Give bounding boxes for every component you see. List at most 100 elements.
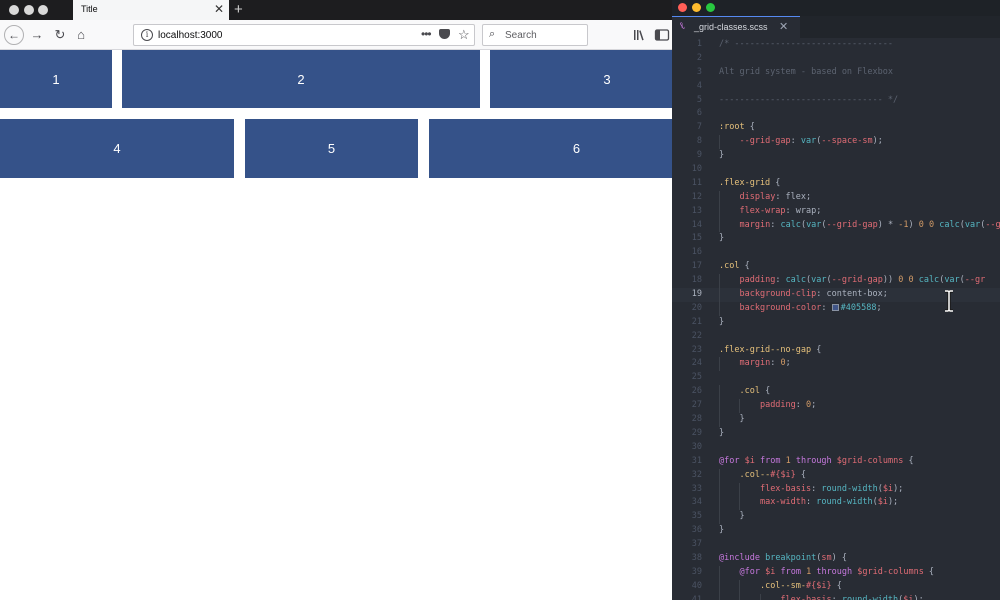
- code-line[interactable]: 35 }: [672, 510, 1000, 525]
- code-line[interactable]: 33 flex-basis: round-width($i);: [672, 482, 1000, 497]
- line-number: 31: [691, 455, 702, 466]
- line-number: 4: [696, 80, 702, 91]
- code-line[interactable]: 34 max-width: round-width($i);: [672, 496, 1000, 511]
- code-text: }: [719, 150, 725, 161]
- code-line[interactable]: 14 margin: calc(var(--grid-gap) * -1) 0 …: [672, 218, 1000, 233]
- close-window-button[interactable]: [9, 5, 19, 15]
- code-text: background-clip: content-box;: [739, 289, 888, 300]
- code-line[interactable]: 6: [672, 107, 1000, 121]
- code-line[interactable]: 8 --grid-gap: var(--space-sm);: [672, 135, 1000, 150]
- code-line[interactable]: 36}: [672, 524, 1000, 538]
- code-text: .col {: [719, 261, 750, 272]
- line-number: 22: [691, 330, 702, 341]
- line-number: 36: [691, 525, 702, 536]
- reload-icon[interactable]: ↻: [52, 27, 68, 43]
- line-number: 37: [691, 539, 702, 550]
- line-number: 15: [691, 233, 702, 244]
- code-line[interactable]: 9}: [672, 149, 1000, 163]
- code-line[interactable]: 31 @for $i from 1 through $grid-columns {: [672, 455, 1000, 469]
- text-cursor-icon: [945, 290, 953, 312]
- bookmark-star-icon[interactable]: ☆: [458, 27, 470, 43]
- grid-cell: 4: [0, 119, 234, 178]
- line-number: 8: [696, 136, 702, 147]
- line-number: 29: [691, 427, 702, 438]
- code-area[interactable]: 1/* ------------------------------- 2 3 Alt…: [672, 38, 1000, 600]
- code-line[interactable]: 21}: [672, 316, 1000, 330]
- code-text: :root {: [719, 122, 755, 133]
- code-text: /* -------------------------------: [719, 39, 893, 49]
- minimize-window-button[interactable]: [24, 5, 34, 15]
- line-number: 5: [696, 94, 702, 105]
- line-number: 32: [691, 469, 702, 480]
- editor-tab-bar: ℓ _grid-classes.scss ✕: [672, 16, 1000, 38]
- url-bar[interactable]: i localhost:3000 ••• ☆: [133, 24, 475, 46]
- code-line[interactable]: 13 flex-wrap: wrap;: [672, 204, 1000, 219]
- back-icon[interactable]: ←: [4, 25, 24, 45]
- site-info-icon[interactable]: i: [141, 29, 153, 41]
- code-text: margin: calc(var(--grid-gap) * -1) 0 0 c…: [739, 219, 1000, 230]
- line-number: 25: [691, 372, 702, 383]
- maximize-window-button[interactable]: [38, 5, 48, 15]
- sidebar-icon[interactable]: [654, 27, 670, 43]
- search-input[interactable]: Search: [505, 30, 537, 41]
- code-line[interactable]: 23 .flex-grid--no-gap {: [672, 344, 1000, 358]
- line-number: 19: [691, 289, 702, 300]
- code-text: Alt grid system - based on Flexbox: [719, 66, 893, 77]
- close-tab-icon[interactable]: ✕: [214, 2, 224, 16]
- code-line[interactable]: 26 .col {: [672, 385, 1000, 400]
- line-number: 39: [691, 566, 702, 577]
- code-line[interactable]: 5 -------------------------------- */: [672, 94, 1000, 108]
- code-line[interactable]: 3 Alt grid system - based on Flexbox: [672, 66, 1000, 80]
- line-number: 6: [696, 108, 702, 119]
- grid-cell: 1: [0, 50, 112, 108]
- code-line[interactable]: 24 margin: 0;: [672, 357, 1000, 372]
- code-line[interactable]: 22: [672, 330, 1000, 344]
- code-text: background-color: #405588;: [739, 302, 882, 313]
- code-line[interactable]: 11 .flex-grid {: [672, 177, 1000, 191]
- minimize-window-button[interactable]: [692, 3, 701, 12]
- code-line[interactable]: 27 padding: 0;: [672, 399, 1000, 414]
- code-text: padding: calc(var(--grid-gap)) 0 0 calc(…: [739, 275, 986, 286]
- maximize-window-button[interactable]: [706, 3, 715, 12]
- url-text[interactable]: localhost:3000: [158, 30, 223, 41]
- code-line[interactable]: 2: [672, 52, 1000, 66]
- code-line[interactable]: 28 }: [672, 413, 1000, 427]
- code-line[interactable]: 1 /* -------------------------------: [672, 38, 1000, 52]
- code-line[interactable]: 18 padding: calc(var(--grid-gap)) 0 0 ca…: [672, 274, 1000, 289]
- code-text: .col--sm-#{$i} {: [759, 580, 842, 591]
- code-text: max-width: round-width($i);: [759, 497, 899, 508]
- code-line[interactable]: 12 display: flex;: [672, 190, 1000, 205]
- code-line[interactable]: 39 @for $i from 1 through $grid-columns …: [672, 565, 1000, 580]
- code-line[interactable]: 16: [672, 246, 1000, 260]
- code-line[interactable]: 32 .col--#{$i} {: [672, 468, 1000, 483]
- code-text: }: [719, 511, 745, 522]
- code-text: .flex-grid--no-gap {: [719, 344, 822, 355]
- browser-tab[interactable]: Title ✕: [73, 0, 229, 20]
- pocket-icon[interactable]: [439, 29, 450, 39]
- code-line[interactable]: 29}: [672, 427, 1000, 441]
- code-line[interactable]: 30: [672, 441, 1000, 455]
- close-window-button[interactable]: [678, 3, 687, 12]
- editor-tab[interactable]: ℓ _grid-classes.scss ✕: [672, 16, 800, 38]
- code-line[interactable]: 7:root {: [672, 121, 1000, 135]
- forward-icon[interactable]: →: [29, 27, 45, 43]
- code-line[interactable]: 17 .col {: [672, 260, 1000, 274]
- code-line[interactable]: 40 .col--sm-#{$i} {: [672, 579, 1000, 594]
- code-line[interactable]: 10: [672, 163, 1000, 177]
- code-text: }: [719, 233, 725, 244]
- page-actions-icon[interactable]: •••: [421, 27, 432, 41]
- line-number: 30: [691, 441, 702, 452]
- search-bar[interactable]: ⌕ Search: [482, 24, 588, 46]
- line-number: 16: [691, 247, 702, 258]
- library-icon[interactable]: [632, 27, 648, 43]
- code-line[interactable]: 38 @include breakpoint(sm) {: [672, 552, 1000, 566]
- new-tab-button[interactable]: +: [234, 0, 243, 20]
- code-line[interactable]: 41 flex-basis: round-width($i);: [672, 593, 1000, 600]
- close-tab-icon[interactable]: ✕: [779, 20, 788, 33]
- code-line[interactable]: 15}: [672, 232, 1000, 246]
- code-line[interactable]: 4: [672, 80, 1000, 94]
- home-icon[interactable]: ⌂: [73, 27, 89, 43]
- code-line[interactable]: 25: [672, 371, 1000, 385]
- code-line[interactable]: 37: [672, 538, 1000, 552]
- code-text: .flex-grid {: [719, 177, 781, 188]
